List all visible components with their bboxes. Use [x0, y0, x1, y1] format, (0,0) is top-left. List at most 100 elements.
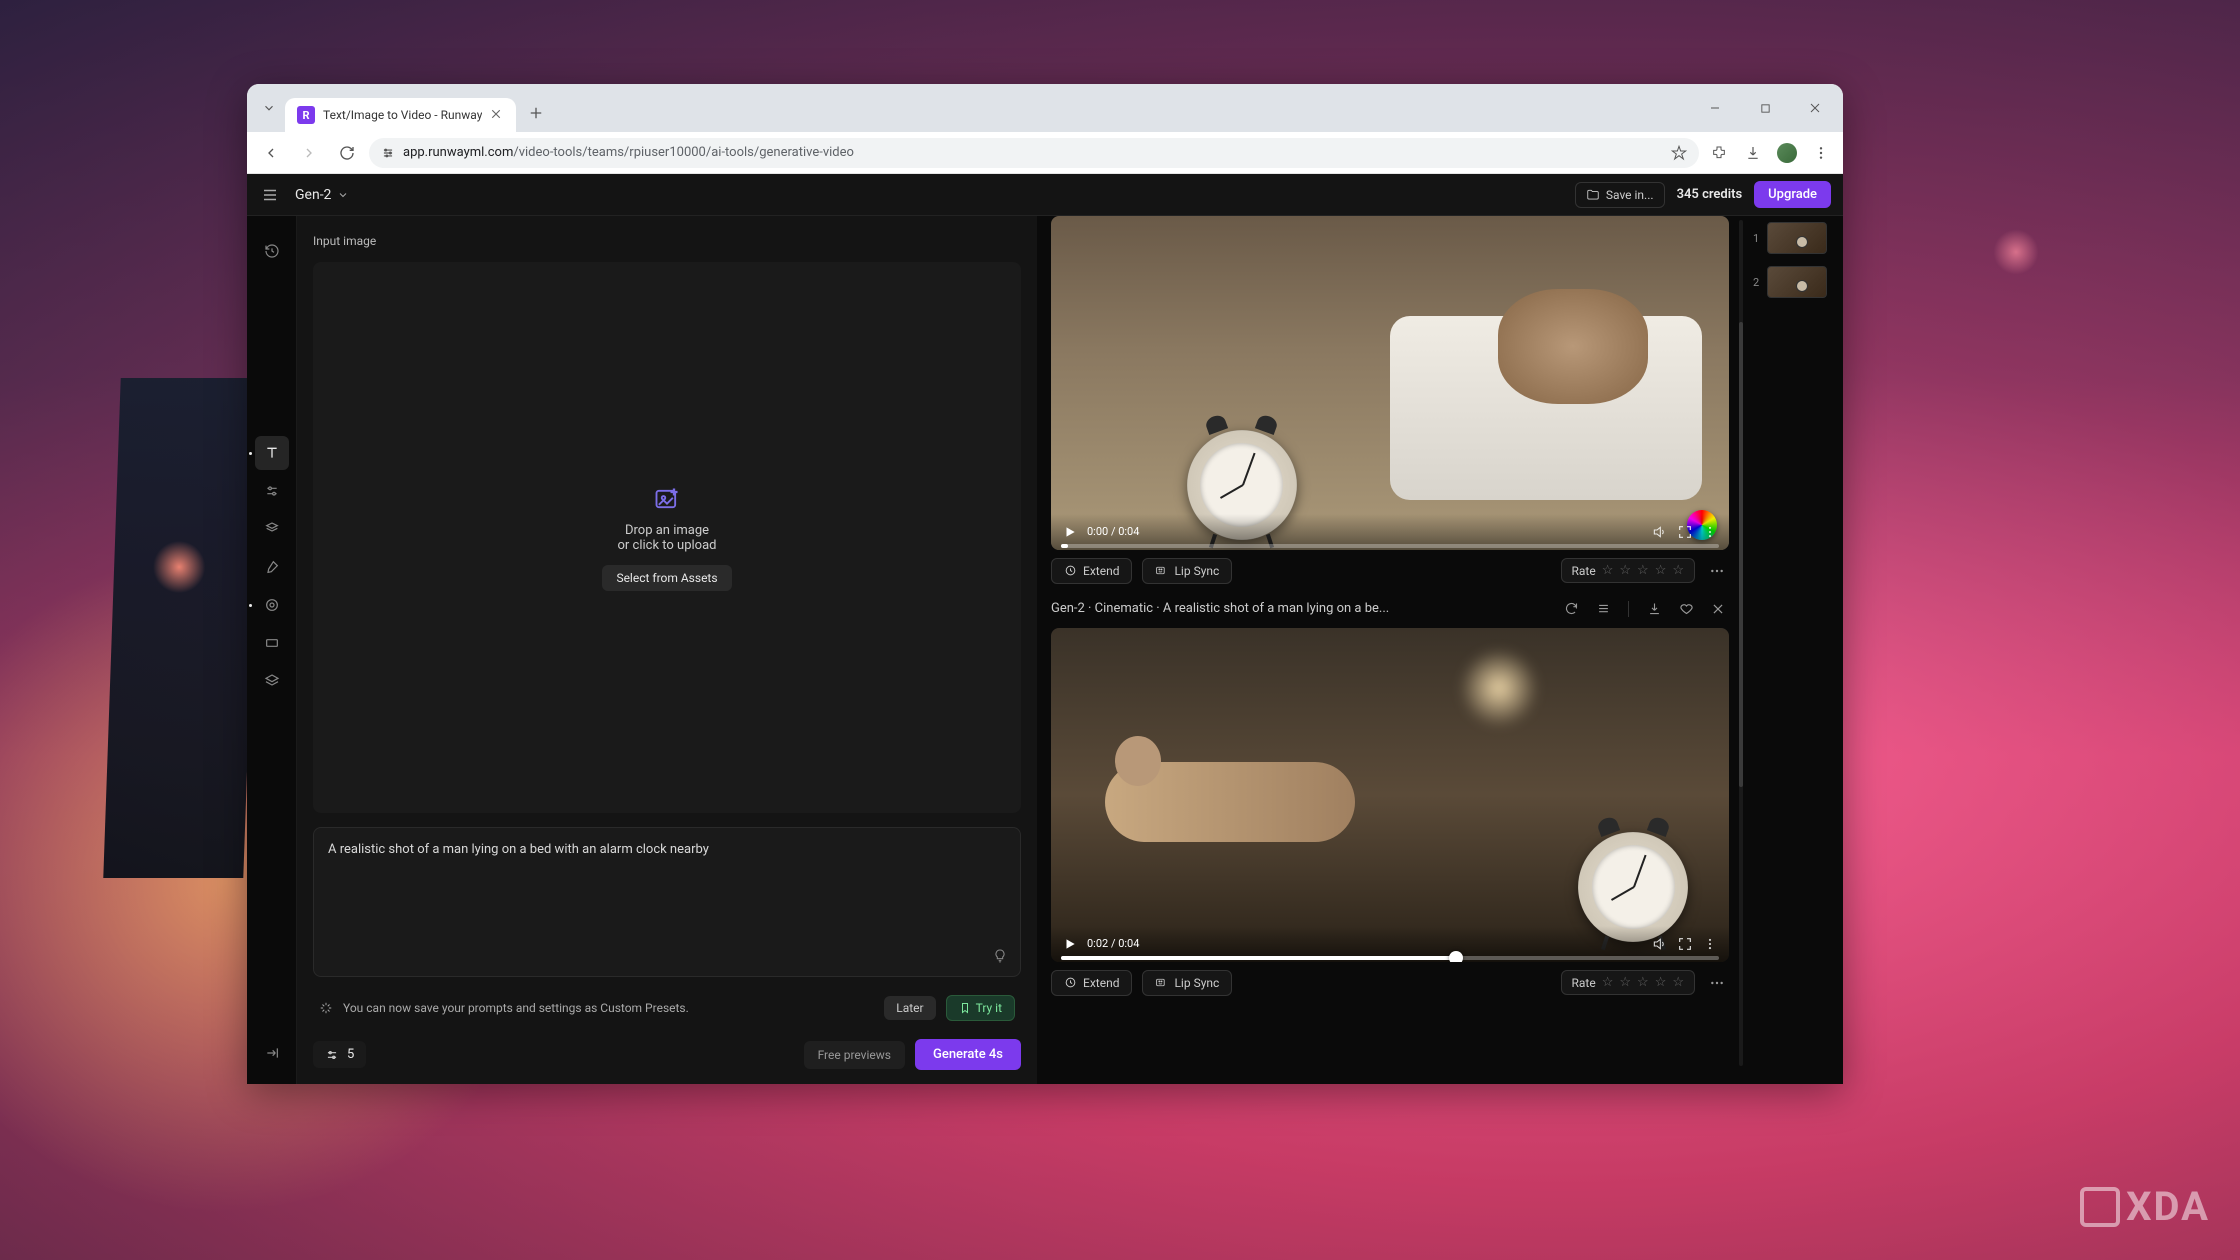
fullscreen-icon[interactable]	[1677, 936, 1693, 952]
lip-sync-button[interactable]: Lip Sync	[1142, 558, 1232, 584]
regenerate-icon[interactable]	[1560, 598, 1582, 620]
browser-toolbar: app.runwayml.com/video-tools/teams/rpius…	[247, 132, 1843, 174]
profile-avatar[interactable]	[1773, 139, 1801, 167]
aspect-ratio-icon[interactable]	[255, 626, 289, 660]
star-icon[interactable]: ☆	[1637, 563, 1649, 578]
star-icon[interactable]: ☆	[1637, 975, 1649, 990]
fullscreen-icon[interactable]	[1677, 524, 1693, 540]
upgrade-button[interactable]: Upgrade	[1754, 181, 1831, 208]
video-time: 0:02 / 0:04	[1087, 937, 1139, 950]
thumbnail-image[interactable]	[1767, 222, 1827, 254]
maximize-button[interactable]	[1743, 92, 1787, 124]
layers-icon[interactable]	[255, 664, 289, 698]
result-card: 0:00 / 0:04 Extend	[1051, 216, 1729, 584]
star-icon[interactable]: ☆	[1602, 563, 1614, 578]
model-selector[interactable]: Gen-2	[295, 187, 349, 203]
more-icon[interactable]	[1705, 971, 1729, 995]
star-icon[interactable]: ☆	[1672, 563, 1684, 578]
output-count[interactable]: 5	[313, 1041, 366, 1068]
generate-button[interactable]: Generate 4s	[915, 1039, 1021, 1070]
bulb-icon[interactable]	[992, 948, 1008, 964]
watermark: XDA	[2080, 1183, 2210, 1230]
collapse-icon[interactable]	[255, 1036, 289, 1070]
image-dropzone[interactable]: Drop an image or click to upload Select …	[313, 262, 1021, 813]
menu-icon[interactable]	[259, 184, 281, 206]
site-settings-icon[interactable]	[381, 146, 395, 160]
close-result-icon[interactable]	[1707, 598, 1729, 620]
browser-menu-icon[interactable]	[1807, 139, 1835, 167]
result-thumbnails: 1 2	[1753, 216, 1829, 1070]
thumbnail[interactable]: 2	[1753, 266, 1829, 298]
try-it-button[interactable]: Try it	[946, 995, 1015, 1021]
reload-button[interactable]	[331, 137, 363, 169]
star-icon[interactable]: ☆	[1672, 975, 1684, 990]
result-actions: Extend Lip Sync Rate ☆ ☆ ☆	[1051, 970, 1729, 996]
browser-titlebar: R Text/Image to Video - Runway	[247, 84, 1843, 132]
thumbnail[interactable]: 1	[1753, 222, 1829, 254]
sliders-icon[interactable]	[255, 474, 289, 508]
app-header: Gen-2 Save in... 345 credits Upgrade	[247, 174, 1843, 216]
result-actions: Extend Lip Sync Rate ☆ ☆ ☆	[1051, 558, 1729, 584]
prompt-text[interactable]: A realistic shot of a man lying on a bed…	[328, 842, 1006, 857]
star-icon[interactable]: ☆	[1655, 975, 1667, 990]
folder-icon	[1586, 188, 1600, 202]
address-bar[interactable]: app.runwayml.com/video-tools/teams/rpius…	[369, 138, 1699, 168]
sparkle-icon	[319, 1001, 333, 1015]
minimize-button[interactable]	[1693, 92, 1737, 124]
free-previews-button[interactable]: Free previews	[804, 1041, 905, 1069]
volume-icon[interactable]	[1651, 936, 1667, 952]
video-menu-icon[interactable]	[1703, 937, 1717, 951]
extensions-icon[interactable]	[1705, 139, 1733, 167]
result-card: Gen-2 · Cinematic · A realistic shot of …	[1051, 598, 1729, 996]
chevron-down-icon	[337, 189, 349, 201]
credits-label: 345 credits	[1677, 187, 1743, 202]
back-button[interactable]	[255, 137, 287, 169]
star-icon[interactable]: ☆	[1655, 563, 1667, 578]
save-in-button[interactable]: Save in...	[1575, 182, 1665, 208]
download-icon[interactable]	[1643, 598, 1665, 620]
heart-icon[interactable]	[1675, 598, 1697, 620]
play-icon[interactable]	[1063, 937, 1077, 951]
history-icon[interactable]	[255, 234, 289, 268]
rate-control[interactable]: Rate ☆ ☆ ☆ ☆ ☆	[1561, 558, 1696, 583]
play-icon[interactable]	[1063, 525, 1077, 539]
star-icon[interactable]: ☆	[1602, 975, 1614, 990]
forward-button[interactable]	[293, 137, 325, 169]
settings-small-icon	[325, 1048, 339, 1062]
extend-button[interactable]: Extend	[1051, 970, 1132, 996]
prompt-input[interactable]: A realistic shot of a man lying on a bed…	[313, 827, 1021, 977]
video-menu-icon[interactable]	[1703, 525, 1717, 539]
tab-search-button[interactable]	[253, 92, 285, 124]
video-player[interactable]: 0:02 / 0:04	[1051, 628, 1729, 962]
text-tool-icon[interactable]	[255, 436, 289, 470]
later-button[interactable]: Later	[884, 996, 935, 1020]
select-from-assets-button[interactable]: Select from Assets	[602, 565, 731, 591]
lipsync-icon	[1155, 976, 1168, 989]
scrollbar[interactable]	[1739, 220, 1743, 1066]
more-icon[interactable]	[1705, 559, 1729, 583]
extend-icon	[1064, 976, 1077, 989]
close-tab-icon[interactable]	[490, 108, 504, 122]
input-panel: Input image Drop an image or click to up…	[297, 216, 1037, 1084]
camera-motion-icon[interactable]	[255, 588, 289, 622]
rate-control[interactable]: Rate ☆ ☆ ☆ ☆ ☆	[1561, 970, 1696, 995]
motion-icon[interactable]	[255, 512, 289, 546]
bookmark-icon[interactable]	[1671, 145, 1687, 161]
volume-icon[interactable]	[1651, 524, 1667, 540]
list-icon[interactable]	[1592, 598, 1614, 620]
left-toolrail	[247, 216, 297, 1084]
downloads-icon[interactable]	[1739, 139, 1767, 167]
browser-tab[interactable]: R Text/Image to Video - Runway	[285, 98, 516, 132]
thumbnail-image[interactable]	[1767, 266, 1827, 298]
star-icon[interactable]: ☆	[1619, 975, 1631, 990]
brush-icon[interactable]	[255, 550, 289, 584]
video-player[interactable]: 0:00 / 0:04	[1051, 216, 1729, 550]
extend-button[interactable]: Extend	[1051, 558, 1132, 584]
star-icon[interactable]: ☆	[1619, 563, 1631, 578]
bookmark-small-icon	[959, 1002, 971, 1014]
close-window-button[interactable]	[1793, 92, 1837, 124]
new-tab-button[interactable]	[522, 99, 550, 127]
tab-title: Text/Image to Video - Runway	[323, 108, 482, 122]
lip-sync-button[interactable]: Lip Sync	[1142, 970, 1232, 996]
lipsync-icon	[1155, 564, 1168, 577]
